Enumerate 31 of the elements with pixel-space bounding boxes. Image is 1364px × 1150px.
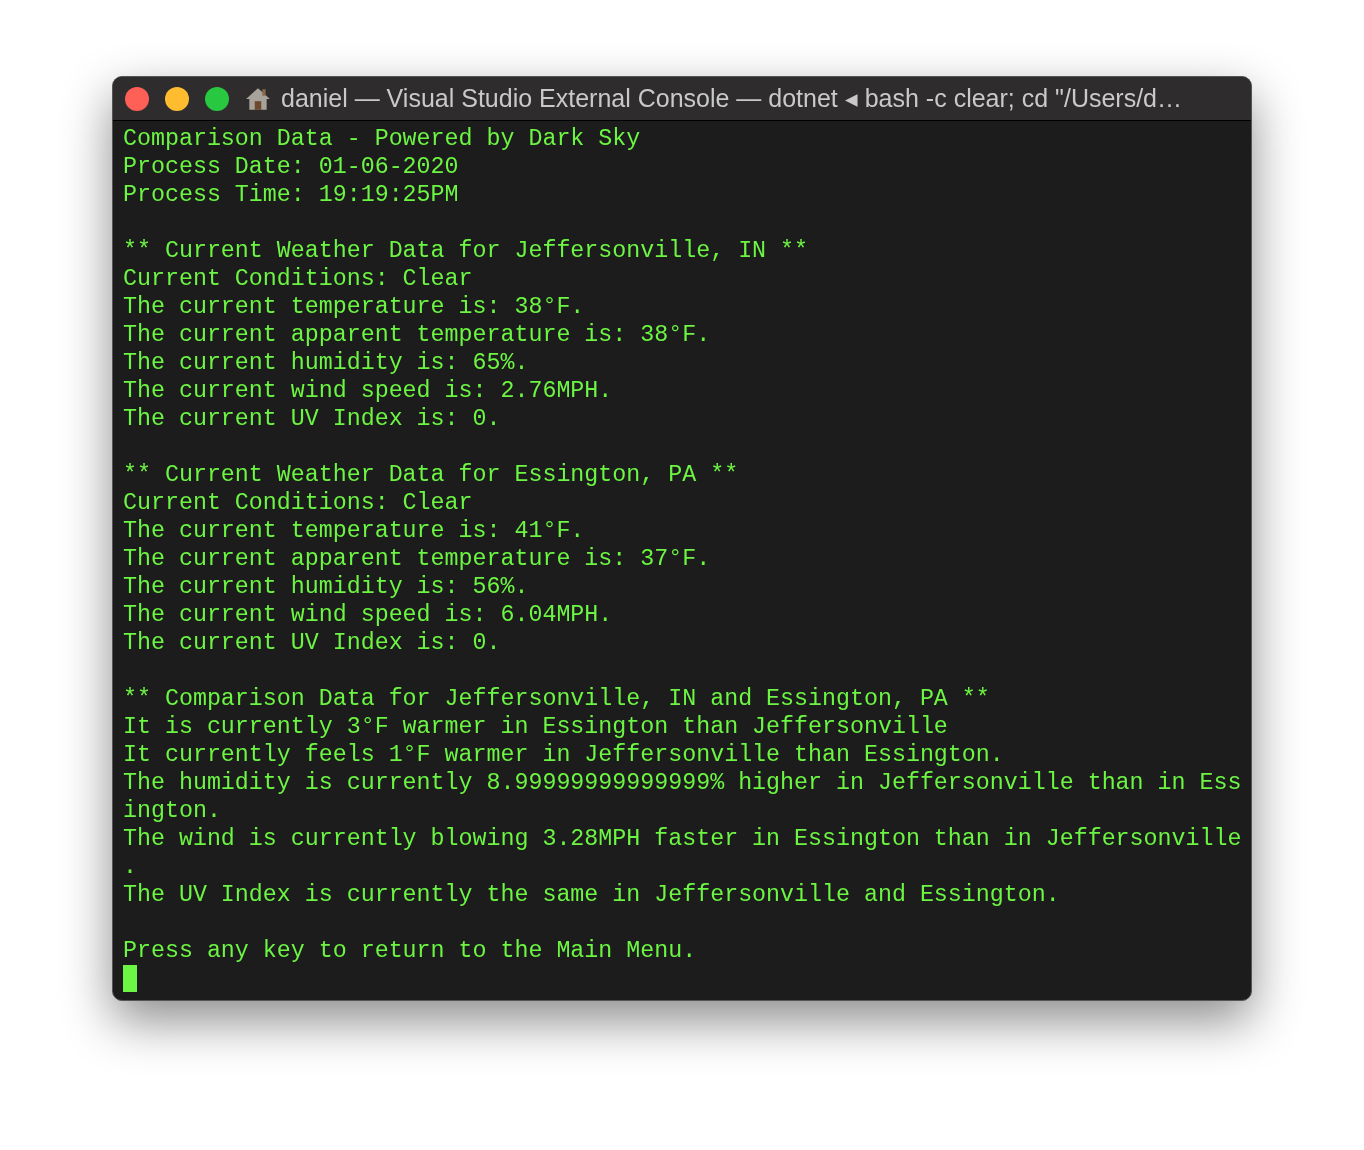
console-line: The UV Index is currently the same in Jeffersonville and Essington. [123, 881, 1061, 909]
close-button[interactable] [125, 86, 149, 111]
console-line: ington. [123, 797, 222, 825]
console-line: The current UV Index is: 0. [123, 405, 502, 433]
console-line: The current wind speed is: 2.76MPH. [123, 377, 614, 405]
console-line: ** Current Weather Data for Jeffersonville, IN ** [123, 237, 810, 265]
console-line: Process Date: 01-06-2020 [123, 153, 460, 181]
console-line: It is currently 3°F warmer in Essington than Jeffersonville [123, 713, 949, 741]
minimize-button[interactable] [165, 86, 189, 111]
console-line: The wind is currently blowing 3.28MPH faster in Essington than in Jeffersonville [123, 825, 1243, 853]
console-line: The current apparent temperature is: 38°F. [123, 321, 712, 349]
console-line: It currently feels 1°F warmer in Jeffersonville than Essington. [123, 741, 1005, 769]
console-line: The current UV Index is: 0. [123, 629, 502, 657]
window-title: daniel — Visual Studio External Console — dotnet ◂ bash -c clear; cd "/Users/d… [281, 84, 1182, 113]
console-line: The current temperature is: 41°F. [123, 517, 586, 545]
console-line: ** Current Weather Data for Essington, PA ** [123, 461, 740, 489]
console-line: . [123, 853, 138, 881]
console-line: The current humidity is: 56%. [123, 573, 530, 601]
console-line: Comparison Data - Powered by Dark Sky [123, 125, 642, 153]
console-line: Process Time: 19:19:25PM [123, 181, 460, 209]
console-line: The current temperature is: 38°F. [123, 293, 586, 321]
zoom-button[interactable] [205, 86, 229, 111]
console-line: ** Comparison Data for Jeffersonville, IN and Essington, PA ** [123, 685, 991, 713]
console-line: The current apparent temperature is: 37°F. [123, 545, 712, 573]
console-line: Current Conditions: Clear [123, 489, 474, 517]
console-line: The current humidity is: 65%. [123, 349, 530, 377]
text-cursor [123, 965, 137, 992]
console-line: The humidity is currently 8.99999999999999% higher in Jeffersonville than in Ess [123, 769, 1243, 797]
console-line: Current Conditions: Clear [123, 265, 474, 293]
console-line: The current wind speed is: 6.04MPH. [123, 601, 614, 629]
console-line: Press any key to return to the Main Menu. [123, 937, 698, 965]
